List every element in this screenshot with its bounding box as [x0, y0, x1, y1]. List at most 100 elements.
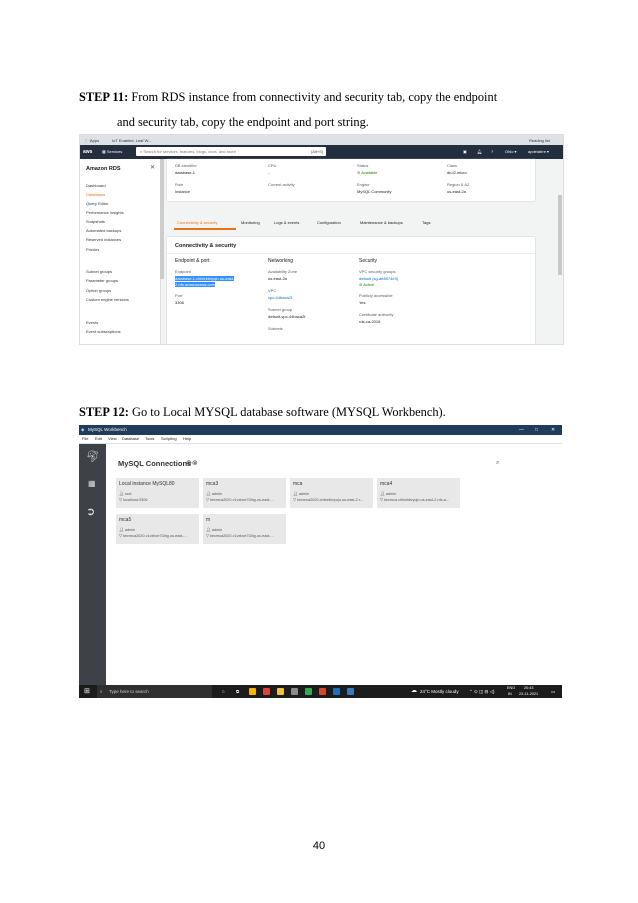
sidebar-item-dashboard[interactable]: Dashboard [86, 183, 106, 188]
windows-start-icon[interactable]: ⊞ [84, 685, 90, 698]
sidebar-item-custom-engine-versions[interactable]: Custom engine versions [86, 297, 129, 302]
public-value: Yes [359, 300, 366, 305]
step-11-line-1: STEP 11: From RDS instance from connecti… [79, 89, 497, 105]
step-12-text: Go to Local MYSQL database software (MYS… [128, 405, 446, 419]
sg-status-text: Active [363, 282, 375, 287]
sidebar-item-parameter-groups[interactable]: Parameter groups [86, 278, 118, 283]
sidebar-item-snapshots[interactable]: Snapshots [86, 219, 105, 224]
notification-icon[interactable]: ▭ [551, 685, 555, 698]
engine-label: Engine [357, 182, 370, 187]
sidebar-title: Amazon RDS [86, 166, 121, 172]
sidebar-item-automated-backups[interactable]: Automated backups [86, 228, 121, 233]
tab-tags[interactable]: Tags [422, 220, 430, 225]
search-shortcut: [Alt+S] [311, 149, 323, 154]
tile-name: mca3 [206, 481, 219, 487]
tab-connectivity-security[interactable]: Connectivity & security [177, 220, 217, 225]
word-icon[interactable] [333, 688, 340, 695]
sidebar-item-reserved-instances[interactable]: Reserved instances [86, 237, 121, 242]
menu-database[interactable]: Database [122, 435, 139, 443]
tile-host: ▽ kecmca.chfxekbryojn.us-east-2.rds.a... [380, 498, 449, 502]
user-menu[interactable]: apdelahre ▾ [528, 146, 549, 158]
connection-tile[interactable]: mca4 👤︎ admin ▽ kecmca.chfxekbryojn.us-e… [377, 478, 460, 508]
cortana-icon[interactable]: ○ [222, 685, 225, 698]
reading-list[interactable]: Reading list [529, 136, 550, 145]
mysql-workbench-screenshot: ◆ MySQL Workbench — □ ✕ File Edit View D… [79, 425, 562, 698]
tile-host: ▽ localhost:3306 [119, 498, 148, 502]
vpc-link[interactable]: vpc-44baca2f [268, 295, 292, 300]
minimize-icon[interactable]: — [519, 425, 524, 435]
region-select[interactable]: Ohio ▾ [505, 146, 517, 158]
connection-tile[interactable]: mca5 👤︎ admin ▽ kecmca2020.c1vxbce7i2bg.… [116, 514, 199, 544]
connection-tile[interactable]: mca 👤︎ admin ▽ kecmca2020.chfxekbryojn.u… [290, 478, 373, 508]
taskbar-search-input[interactable]: ⌕ Type here to search [97, 685, 212, 698]
close-icon[interactable]: ✕ [551, 425, 555, 435]
chrome-alt-icon[interactable] [305, 688, 312, 695]
models-icon[interactable]: ▦ [88, 479, 96, 488]
bookmark-iot[interactable]: IoT Enabled, Leaf W... [112, 136, 152, 145]
cloudshell-icon[interactable]: ▣ [463, 146, 467, 158]
help-icon[interactable]: ? [491, 146, 493, 158]
office-icon[interactable] [319, 688, 326, 695]
divider [167, 253, 535, 254]
maximize-icon[interactable]: □ [535, 425, 538, 435]
tab-configuration[interactable]: Configuration [317, 220, 341, 225]
sidebar-item-databases[interactable]: Databases [86, 192, 105, 197]
endpoint-value-line-2[interactable]: 2.rds.amazonaws.com [175, 282, 216, 287]
services-button[interactable]: ▦ Services [102, 146, 122, 158]
mysql-workbench-taskbar-icon[interactable] [347, 688, 354, 695]
weather-text[interactable]: 24°C Mostly cloudy [420, 685, 459, 698]
close-icon[interactable]: ✕ [150, 164, 155, 171]
sidebar-item-events[interactable]: Events [86, 320, 98, 325]
chrome-icon[interactable] [263, 688, 270, 695]
tile-name: mca4 [380, 481, 393, 487]
bookmark-apps[interactable]: Apps [90, 136, 99, 145]
sidebar-item-subnet-groups[interactable]: Subnet groups [86, 269, 112, 274]
menu-scripting[interactable]: Scripting [161, 435, 177, 443]
add-manage-connection-buttons[interactable]: ⊕⊗ [186, 459, 198, 467]
endpoint-port-heading: Endpoint & port [175, 258, 210, 264]
tile-user: 👤︎ admin [206, 528, 223, 532]
connection-tile[interactable]: m 👤︎ admin ▽ kecmca2020.c1vxbce7i2bg.us-… [203, 514, 286, 544]
menu-help[interactable]: Help [183, 435, 191, 443]
step-12-line: STEP 12: Go to Local MYSQL database soft… [79, 404, 446, 420]
system-tray-icons[interactable]: ⌃ ⊙ ◫ ⊟ ◁) [469, 685, 495, 698]
migration-icon[interactable]: ➲ [86, 505, 95, 518]
aws-logo[interactable]: aws [83, 147, 95, 157]
connection-tile[interactable]: Local instance MySQL80 👤︎ root ▽ localho… [116, 478, 199, 508]
sidebar-item-proxies[interactable]: Proxies [86, 247, 99, 252]
menu-tools[interactable]: Tools [145, 435, 154, 443]
folder-icon[interactable] [277, 688, 284, 695]
tile-name: Local instance MySQL80 [119, 481, 175, 487]
aws-search-input[interactable]: ⌕ Search for services, features, blogs, … [136, 147, 326, 156]
section-title: Connectivity & security [175, 243, 237, 249]
tab-monitoring[interactable]: Monitoring [241, 220, 260, 225]
clock-date[interactable]: 23-11-2021 [519, 688, 538, 698]
task-view-icon[interactable]: ⧉ [236, 685, 239, 698]
az-label: Availability Zone [268, 269, 298, 274]
subnet-group-value: default-vpc-44baca2f [268, 314, 306, 319]
sidebar-item-performance-insights[interactable]: Performance insights [86, 210, 124, 215]
search-icon[interactable]: ⌕ [496, 460, 499, 467]
sg-link[interactable]: default (sg-ae8974e3) [359, 276, 398, 281]
input-region[interactable]: IN [508, 688, 512, 698]
tab-maintenance-backups[interactable]: Maintenance & backups [360, 220, 403, 225]
store-icon[interactable] [291, 688, 298, 695]
menu-edit[interactable]: Edit [95, 435, 102, 443]
bell-icon[interactable]: 🔔︎ [477, 146, 482, 158]
endpoint-value-line-1[interactable]: database-1.chfxekbryojn.us-east- [175, 276, 235, 281]
dolphin-home-icon[interactable]: 🐬︎ [86, 450, 100, 463]
summary-panel: DB identifier database-1 CPU - Status ⊘ … [167, 159, 535, 201]
tab-logs-events[interactable]: Logs & events [274, 220, 299, 225]
services-label: Services [106, 149, 123, 154]
menu-file[interactable]: File [82, 435, 88, 443]
connection-tile[interactable]: mca3 👤︎ admin ▽ kecmca2020.c1vxbce7i2bg.… [203, 478, 286, 508]
ca-label: Certificate authority [359, 312, 394, 317]
tile-host: ▽ kecmca2020.c1vxbce7i2bg.us-east-... [119, 534, 187, 538]
sidebar-scrollbar[interactable] [160, 159, 164, 279]
sidebar-item-event-subscriptions[interactable]: Event subscriptions [86, 329, 121, 334]
sidebar-item-option-groups[interactable]: Option groups [86, 288, 111, 293]
sidebar-item-query-editor[interactable]: Query Editor [86, 201, 108, 206]
menu-view[interactable]: View [108, 435, 117, 443]
file-explorer-icon[interactable] [249, 688, 256, 695]
main-scrollbar[interactable] [558, 195, 562, 275]
